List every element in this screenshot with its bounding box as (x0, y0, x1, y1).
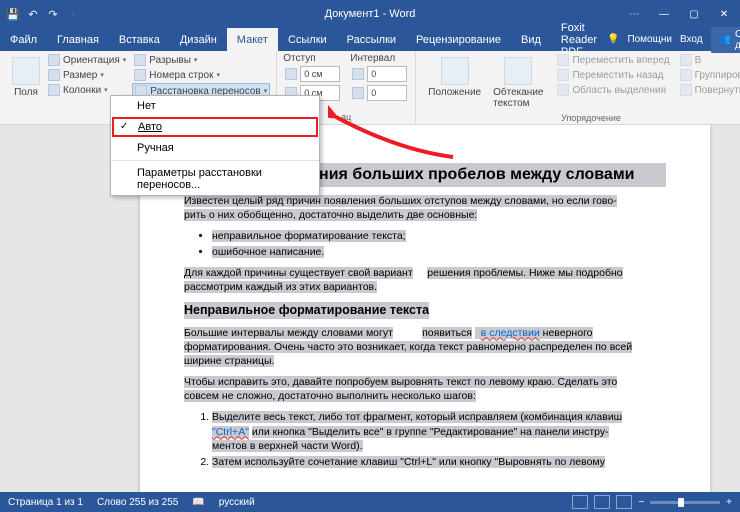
maximize-button[interactable]: ▢ (680, 3, 708, 25)
group-icon (680, 69, 692, 81)
align-icon (680, 54, 692, 66)
bring-forward-button: Переместить вперед (555, 53, 671, 67)
selection-pane-button[interactable]: Область выделения (555, 83, 671, 97)
spacing-label: Интервал (350, 53, 409, 64)
view-read-icon[interactable] (572, 495, 588, 509)
doc-heading-2[interactable]: Неправильное форматирование текста (184, 302, 429, 319)
doc-paragraph[interactable]: Для каждой причины существует свой вариа… (184, 266, 666, 294)
hyphenation-none[interactable]: Нет (111, 96, 319, 116)
share-label: Общий доступ (735, 29, 740, 51)
doc-paragraph[interactable]: Чтобы исправить это, давайте попробуем в… (184, 375, 666, 403)
group-button: Группировать (678, 68, 740, 82)
hyphenation-manual[interactable]: Ручная (111, 138, 319, 158)
status-proofing-icon[interactable]: 📖 (192, 497, 204, 508)
redo-icon[interactable]: ↷ (46, 7, 60, 21)
indent-left-input[interactable]: 0 см (283, 65, 342, 83)
indent-label: Отступ (283, 53, 342, 64)
hyphenation-dropdown: Нет Авто Ручная Параметры расстановки пе… (110, 95, 320, 196)
margins-button[interactable]: Поля (6, 53, 46, 102)
tab-home[interactable]: Главная (47, 28, 109, 51)
view-print-icon[interactable] (594, 495, 610, 509)
indent-left-icon (285, 68, 297, 80)
align-button: В (678, 53, 740, 67)
hyphenation-options[interactable]: Параметры расстановки переносов... (111, 163, 319, 195)
spacing-after-input[interactable]: 0 (350, 84, 409, 102)
margins-label: Поля (14, 87, 38, 98)
sign-in-label[interactable]: Вход (680, 34, 703, 45)
tab-layout[interactable]: Макет (227, 28, 278, 51)
close-button[interactable]: ✕ (710, 3, 738, 25)
menu-separator (111, 160, 319, 161)
orientation-icon (48, 54, 60, 66)
doc-numbered-list[interactable]: Выделите весь текст, либо тот фрагмент, … (184, 410, 666, 469)
undo-icon[interactable]: ↶ (26, 7, 40, 21)
ribbon-tabs: Файл Главная Вставка Дизайн Макет Ссылки… (0, 28, 740, 51)
arrange-group-label: Упорядочение (416, 111, 740, 123)
doc-paragraph[interactable]: Известен целый ряд причин появления боль… (184, 194, 666, 222)
tab-references[interactable]: Ссылки (278, 28, 337, 51)
window-title: Документ1 - Word (325, 8, 416, 20)
size-button[interactable]: Размер▾ (46, 68, 128, 82)
ribbon-options-button[interactable]: ⋯ (620, 3, 648, 25)
bring-forward-icon (557, 54, 569, 66)
send-backward-button: Переместить назад (555, 68, 671, 82)
status-words[interactable]: Слово 255 из 255 (97, 497, 178, 508)
tab-design[interactable]: Дизайн (170, 28, 227, 51)
save-icon[interactable]: 💾 (6, 7, 20, 21)
position-button[interactable]: Положение (422, 53, 487, 102)
tell-me-icon[interactable]: 💡 (607, 34, 619, 45)
share-icon: 👥 (719, 34, 731, 45)
hyphenation-auto[interactable]: Авто (112, 117, 318, 137)
spacing-after-icon (352, 87, 364, 99)
breaks-button[interactable]: Разрывы▾ (132, 53, 270, 67)
send-backward-icon (557, 69, 569, 81)
rotate-icon (680, 84, 692, 96)
size-icon (48, 69, 60, 81)
zoom-in-button[interactable]: + (726, 497, 732, 508)
breaks-icon (134, 54, 146, 66)
view-web-icon[interactable] (616, 495, 632, 509)
rotate-button: Повернуть (678, 83, 740, 97)
tab-insert[interactable]: Вставка (109, 28, 170, 51)
selection-pane-icon (557, 84, 569, 96)
tab-review[interactable]: Рецензирование (406, 28, 511, 51)
line-numbers-button[interactable]: Номера строк▾ (132, 68, 270, 82)
line-numbers-icon (134, 69, 146, 81)
minimize-button[interactable]: — (650, 3, 678, 25)
doc-paragraph[interactable]: Большие интервалы между словами могут по… (184, 326, 666, 369)
zoom-slider[interactable] (650, 501, 720, 504)
tab-file[interactable]: Файл (0, 28, 47, 51)
wrap-icon (504, 57, 532, 85)
tab-mailings[interactable]: Рассылки (337, 28, 406, 51)
wrap-text-button[interactable]: Обтекание текстом (487, 53, 549, 113)
status-language[interactable]: русский (219, 497, 255, 508)
doc-link: в следствии (481, 327, 540, 339)
margins-icon (12, 57, 40, 85)
orientation-button[interactable]: Ориентация▾ (46, 53, 128, 67)
tab-view[interactable]: Вид (511, 28, 551, 51)
status-page[interactable]: Страница 1 из 1 (8, 497, 83, 508)
zoom-out-button[interactable]: − (638, 497, 644, 508)
tell-me-label[interactable]: Помощни (627, 34, 672, 45)
columns-icon (48, 84, 60, 96)
position-icon (441, 57, 469, 85)
annotation-arrow (328, 105, 458, 165)
share-button[interactable]: 👥 Общий доступ (711, 27, 740, 53)
tab-foxit[interactable]: Foxit Reader PDF (551, 28, 607, 51)
doc-bullet-list[interactable]: неправильное форматирование текста; ошиб… (184, 229, 666, 259)
qat-dropdown-icon[interactable]: ▾ (66, 7, 80, 21)
spacing-before-icon (352, 68, 364, 80)
spacing-before-input[interactable]: 0 (350, 65, 409, 83)
title-bar: 💾 ↶ ↷ ▾ Документ1 - Word ⋯ — ▢ ✕ (0, 0, 740, 28)
status-bar: Страница 1 из 1 Слово 255 из 255 📖 русск… (0, 492, 740, 512)
